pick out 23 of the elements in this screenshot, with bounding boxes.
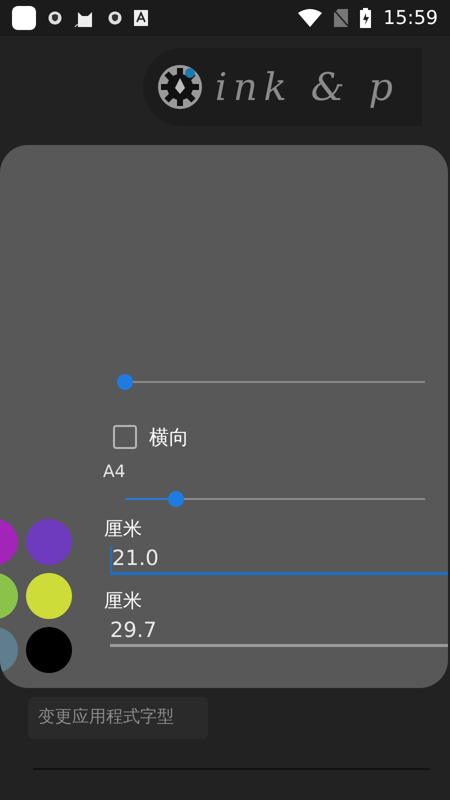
app-icon	[12, 6, 36, 30]
wifi-icon	[298, 9, 322, 27]
gear-pen-icon	[157, 64, 203, 110]
no-sim-icon	[334, 9, 348, 27]
shield-icon	[108, 11, 122, 25]
color-swatch[interactable]	[26, 573, 72, 619]
clock-time: 15:59	[383, 6, 438, 31]
logo-text: ink & p	[215, 64, 399, 110]
checkbox-label: 横向	[149, 424, 189, 451]
checkbox[interactable]	[113, 425, 137, 449]
unit-label: 厘米	[104, 517, 143, 541]
color-swatch[interactable]	[26, 627, 72, 673]
number-field[interactable]: 29.7	[110, 617, 448, 647]
font-icon	[134, 10, 148, 26]
unit-label: 厘米	[104, 589, 143, 613]
shield-icon	[48, 11, 62, 25]
slider-thumb[interactable]	[168, 491, 184, 507]
change-font-button[interactable]: 变更应用程式字型	[28, 697, 208, 739]
color-swatch[interactable]	[26, 519, 72, 565]
paper-size-label: A4	[103, 462, 126, 482]
battery-charging-icon	[360, 8, 372, 28]
number-field[interactable]: 21.0	[110, 545, 448, 575]
slider-thumb[interactable]	[117, 374, 133, 390]
